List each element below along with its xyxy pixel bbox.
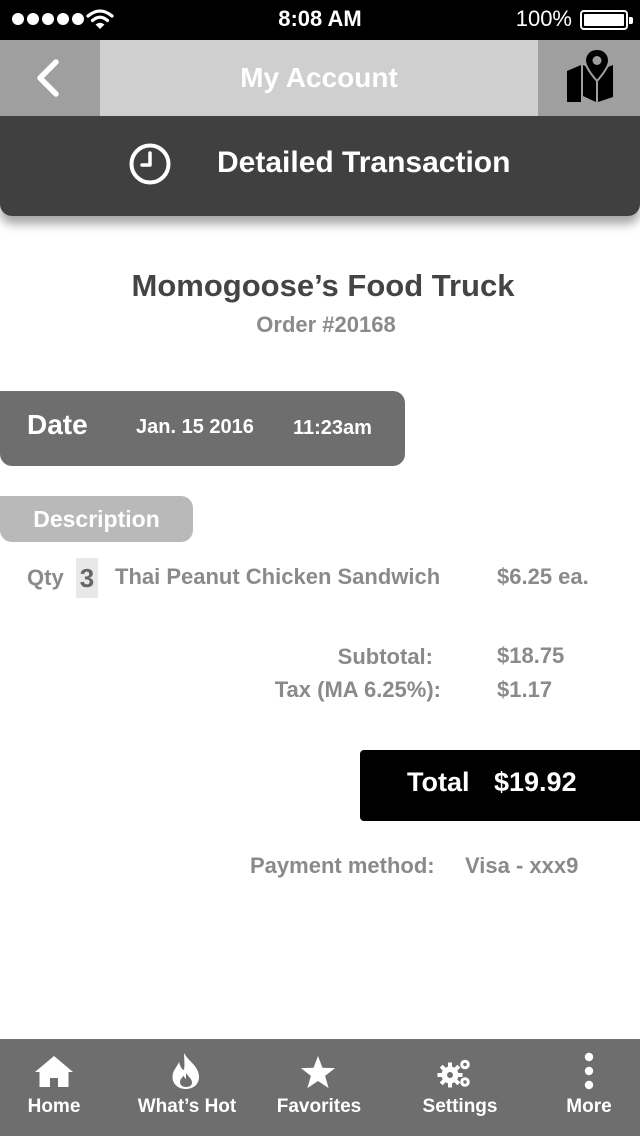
tab-label-settings: Settings xyxy=(422,1096,498,1117)
battery-icon xyxy=(580,10,633,30)
tax-label: Tax (MA 6.25%): xyxy=(274,677,441,702)
tax-value: $1.17 xyxy=(497,677,553,702)
qty-label: Qty xyxy=(27,565,64,590)
section-title: Detailed Transaction xyxy=(217,146,511,179)
total-value: $19.92 xyxy=(494,767,577,797)
tab-label-whats-hot: What’s Hot xyxy=(137,1096,237,1117)
page-title: My Account xyxy=(240,62,398,93)
payment-method-label: Payment method: xyxy=(250,853,435,878)
map-button[interactable] xyxy=(538,40,640,116)
tab-favorites[interactable]: Favorites xyxy=(264,1039,374,1136)
tab-settings[interactable]: Settings xyxy=(406,1039,514,1136)
qty-value: 3 xyxy=(76,558,98,598)
star-icon xyxy=(300,1055,336,1089)
vendor-name: Momogoose’s Food Truck xyxy=(131,268,515,303)
item-name: Thai Peanut Chicken Sandwich xyxy=(115,564,441,589)
transaction-date: Jan. 15 2016 xyxy=(136,416,254,438)
back-button[interactable] xyxy=(0,40,100,116)
order-number: Order #20168 xyxy=(256,312,396,337)
total-label: Total xyxy=(407,767,470,797)
subtotal-value: $18.75 xyxy=(497,643,565,668)
transaction-time: 11:23am xyxy=(293,417,372,439)
gears-icon xyxy=(437,1059,470,1088)
date-label: Date xyxy=(27,409,88,440)
status-bar: 8:08 AM 100% xyxy=(0,0,640,40)
tab-label-favorites: Favorites xyxy=(276,1096,362,1117)
description-tab: Description xyxy=(0,496,193,542)
tab-label-home: Home xyxy=(27,1096,81,1117)
nav-bar: My Account xyxy=(0,40,640,116)
home-icon xyxy=(35,1056,73,1087)
tab-bar: Home What’s Hot Favorites Settings More xyxy=(0,1039,640,1136)
battery-percentage: 100% xyxy=(515,6,572,31)
clock-icon xyxy=(129,143,171,185)
total-box: Total $19.92 xyxy=(360,750,640,821)
chevron-left-icon xyxy=(37,59,59,97)
item-price: $6.25 ea. xyxy=(497,564,589,589)
tab-label-more: More xyxy=(566,1096,612,1117)
tab-home[interactable]: Home xyxy=(0,1039,108,1136)
subtotal-label: Subtotal: xyxy=(337,644,433,669)
tab-whats-hot[interactable]: What’s Hot xyxy=(128,1039,246,1136)
tab-more[interactable]: More xyxy=(544,1039,634,1136)
date-panel: Date Jan. 15 2016 11:23am xyxy=(0,391,405,466)
more-vertical-icon xyxy=(584,1052,594,1090)
flame-icon xyxy=(172,1053,199,1089)
payment-method-value: Visa - xxx9 xyxy=(465,853,579,878)
section-header: Detailed Transaction xyxy=(0,116,640,216)
map-pin-icon xyxy=(567,49,613,102)
